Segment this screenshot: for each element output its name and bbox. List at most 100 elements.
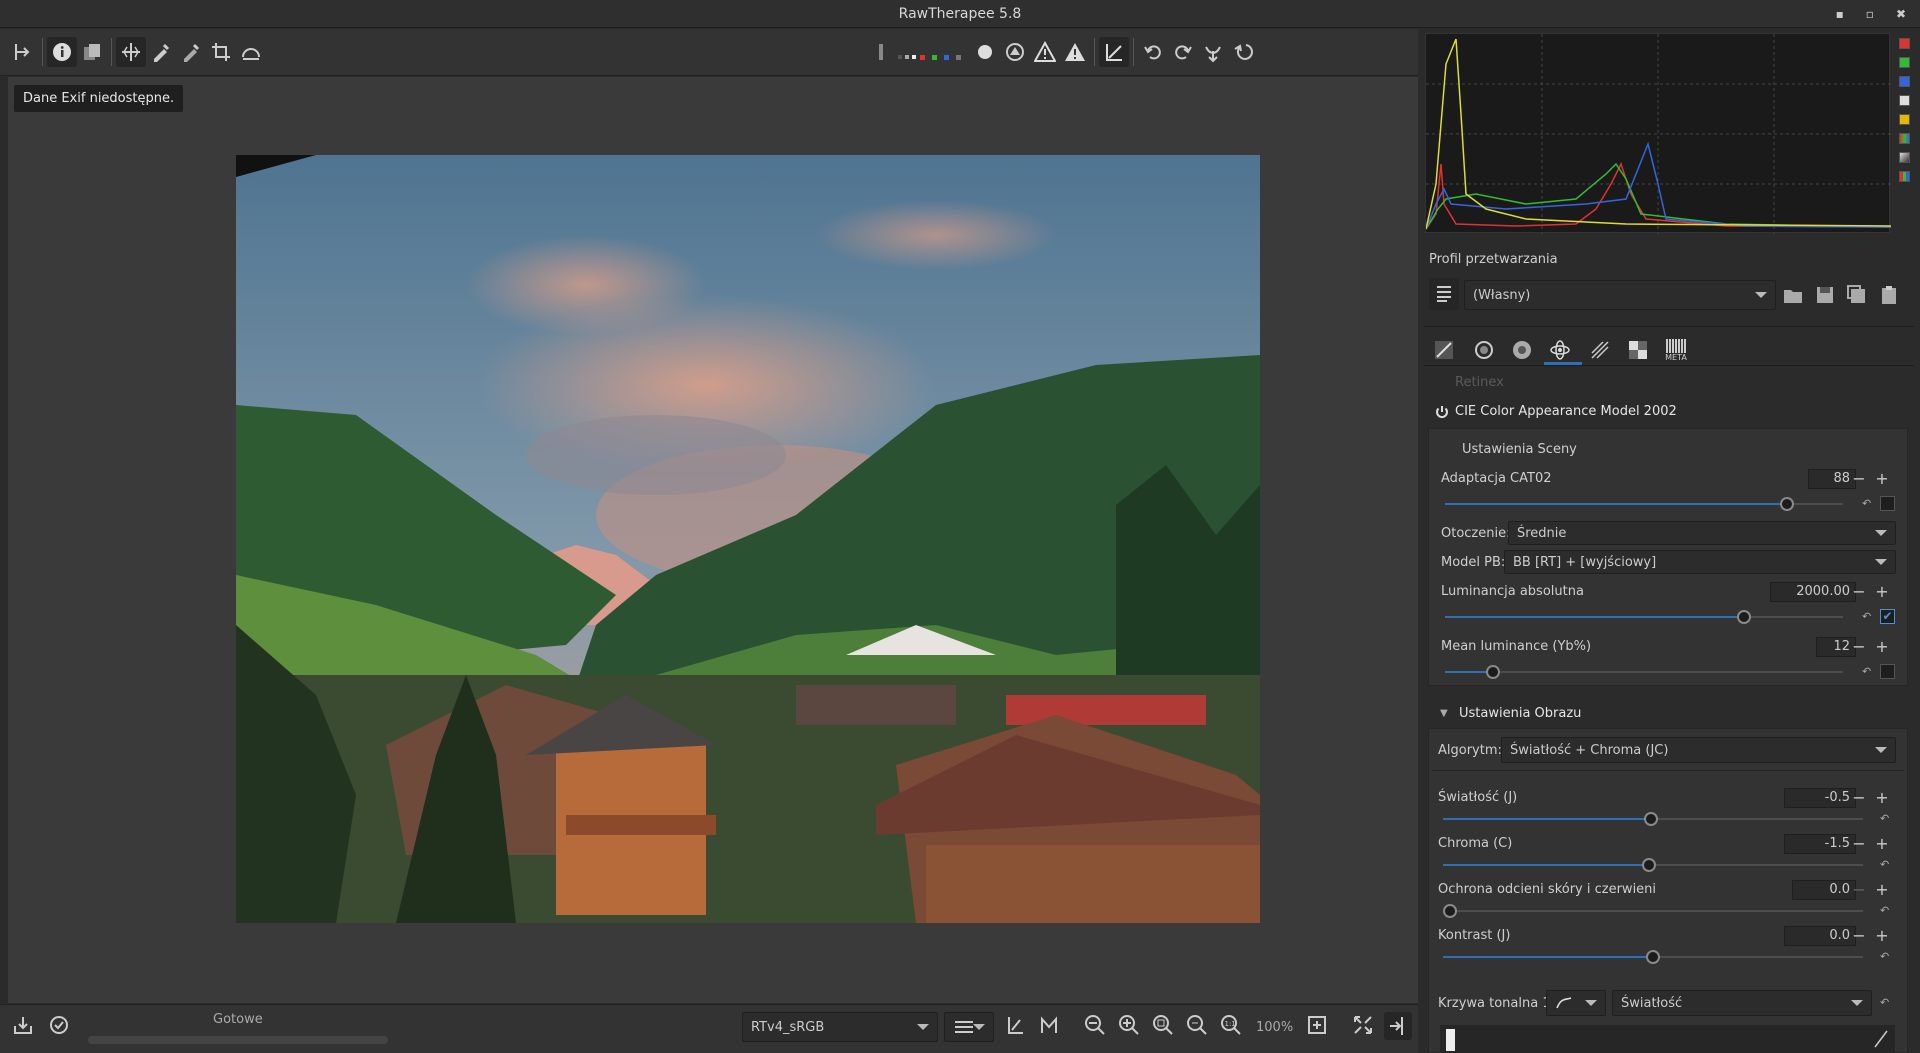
color-picker-icon[interactable] (146, 37, 176, 67)
absolute-luminance-reset-icon[interactable]: ↶ (1862, 610, 1871, 623)
flip-vertical-icon[interactable] (1228, 37, 1258, 67)
focus-mask-icon[interactable] (866, 37, 896, 67)
soft-proof-icon[interactable] (1004, 1014, 1026, 1040)
send-to-editor-icon[interactable] (48, 1014, 70, 1040)
mean-luminance-reset-icon[interactable]: ↶ (1862, 665, 1871, 678)
bw-preview-icon[interactable] (970, 37, 1000, 67)
lightness-minus[interactable]: − (1852, 790, 1866, 806)
gamut-check-icon[interactable] (1038, 1014, 1060, 1040)
white-balance-picker-icon[interactable] (176, 37, 206, 67)
contrast-value[interactable]: 0.0 (1784, 926, 1856, 946)
skin-protection-value[interactable]: 0.0 (1792, 880, 1856, 900)
exposure-tab-icon[interactable] (1430, 336, 1458, 364)
raw-histogram-toggle[interactable] (1898, 133, 1910, 144)
output-profile-select[interactable]: RTv4_sRGB (742, 1012, 938, 1042)
before-after-icon[interactable] (77, 37, 107, 67)
transform-tab-icon[interactable] (1586, 336, 1614, 364)
fullscreen-icon[interactable] (1352, 1014, 1374, 1040)
mean-luminance-value[interactable]: 12 (1816, 637, 1856, 657)
rotate-left-icon[interactable] (1138, 37, 1168, 67)
zoom-fit-icon[interactable] (1152, 1014, 1174, 1040)
bar-display-toggle[interactable] (1898, 152, 1910, 163)
lightness-value[interactable]: -0.5 (1784, 788, 1856, 808)
save-icon[interactable] (12, 1014, 34, 1040)
chroma-value[interactable]: -1.5 (1784, 834, 1856, 854)
cat02-minus[interactable]: − (1852, 471, 1866, 487)
profile-select[interactable]: (Własny) (1464, 280, 1776, 310)
cat02-reset-icon[interactable]: ↶ (1862, 497, 1871, 510)
cat02-slider[interactable] (1445, 497, 1843, 511)
skin-protection-minus[interactable]: − (1852, 882, 1866, 898)
crop-icon[interactable] (206, 37, 236, 67)
wb-model-select[interactable]: BB [RT] + [wyjściowy] (1504, 550, 1896, 574)
absolute-luminance-value[interactable]: 2000.00 (1770, 582, 1856, 602)
contrast-slider[interactable] (1443, 950, 1863, 964)
mean-luminance-plus[interactable]: + (1875, 639, 1889, 655)
contrast-plus[interactable]: + (1875, 928, 1889, 944)
copy-profile-icon[interactable] (1846, 284, 1868, 310)
blue-channel-toggle[interactable] (1898, 76, 1910, 87)
cat02-auto-checkbox[interactable] (1880, 496, 1895, 511)
power-icon[interactable] (1435, 405, 1449, 423)
red-channel-toggle[interactable] (1898, 38, 1910, 49)
chroma-minus[interactable]: − (1852, 836, 1866, 852)
image-expander-icon[interactable]: ▼ (1440, 708, 1448, 719)
mean-luminance-auto-checkbox[interactable] (1880, 664, 1895, 679)
cat02-value[interactable]: 88 (1808, 469, 1856, 489)
zoom-out-icon[interactable] (1084, 1014, 1106, 1040)
chroma-slider[interactable] (1443, 858, 1863, 872)
flip-horizontal-icon[interactable] (1198, 37, 1228, 67)
skin-protection-plus[interactable]: + (1875, 882, 1889, 898)
luminance-icon[interactable] (896, 37, 918, 67)
green-channel-toggle[interactable] (1898, 57, 1910, 68)
save-profile-icon[interactable] (1814, 284, 1836, 310)
info-icon[interactable] (47, 37, 77, 67)
chroma-plus[interactable]: + (1875, 836, 1889, 852)
curve-editor[interactable] (1440, 1025, 1895, 1053)
profile-list-icon[interactable] (1429, 278, 1459, 310)
hand-select-icon[interactable] (116, 37, 146, 67)
rotate-right-icon[interactable] (1168, 37, 1198, 67)
lightness-slider[interactable] (1443, 812, 1863, 826)
histogram-type-toggle[interactable] (1898, 171, 1910, 182)
raw-tab-icon[interactable] (1624, 336, 1652, 364)
intent-select[interactable] (944, 1012, 994, 1042)
mean-luminance-slider[interactable] (1445, 665, 1843, 679)
lightness-reset-icon[interactable]: ↶ (1880, 812, 1889, 825)
new-detail-window-icon[interactable] (1306, 1014, 1328, 1040)
metadata-tab-icon[interactable]: META (1662, 336, 1690, 364)
detail-tab-icon[interactable] (1470, 336, 1498, 364)
contrast-minus[interactable]: − (1852, 928, 1866, 944)
zoom-in-icon[interactable] (1118, 1014, 1140, 1040)
absolute-luminance-auto-checkbox[interactable]: ✔ (1880, 609, 1895, 624)
curve-reset-icon[interactable]: ↶ (1880, 996, 1889, 1009)
chroma-reset-icon[interactable]: ↶ (1880, 858, 1889, 871)
chroma-toggle[interactable] (1898, 114, 1910, 125)
skin-protection-slider[interactable] (1443, 904, 1863, 918)
zoom-fit-crop-icon[interactable] (1186, 1014, 1208, 1040)
absolute-luminance-plus[interactable]: + (1875, 584, 1889, 600)
expand-left-icon[interactable] (8, 37, 38, 67)
absolute-luminance-slider[interactable] (1445, 610, 1843, 624)
rgb-channel-icon[interactable] (918, 37, 970, 67)
curve-black-point[interactable] (1446, 1029, 1455, 1051)
color-tab-icon[interactable] (1508, 336, 1536, 364)
navigator-icon[interactable] (1099, 37, 1129, 67)
absolute-luminance-minus[interactable]: − (1852, 584, 1866, 600)
curve-mode-select[interactable]: Światłość (1612, 990, 1872, 1016)
minimize-button[interactable]: ▪ (1836, 7, 1844, 21)
close-button[interactable]: ✖ (1896, 7, 1906, 21)
open-profile-icon[interactable] (1782, 284, 1804, 310)
advanced-tab-icon[interactable] (1546, 336, 1574, 364)
surround-select[interactable]: Średnie (1508, 521, 1896, 545)
algorithm-select[interactable]: Światłość + Chroma (JC) (1501, 737, 1896, 763)
cat02-plus[interactable]: + (1875, 471, 1889, 487)
paste-profile-icon[interactable] (1878, 284, 1900, 310)
straighten-icon[interactable] (236, 37, 266, 67)
exposure-warning-icon[interactable] (1000, 37, 1030, 67)
clipping-highlight-icon[interactable] (1030, 37, 1060, 67)
collapse-right-icon[interactable] (1384, 1012, 1412, 1040)
curve-type-select[interactable] (1546, 990, 1606, 1016)
preview-image[interactable] (236, 155, 1260, 923)
scene-header[interactable]: Ustawienia Sceny (1462, 442, 1577, 457)
